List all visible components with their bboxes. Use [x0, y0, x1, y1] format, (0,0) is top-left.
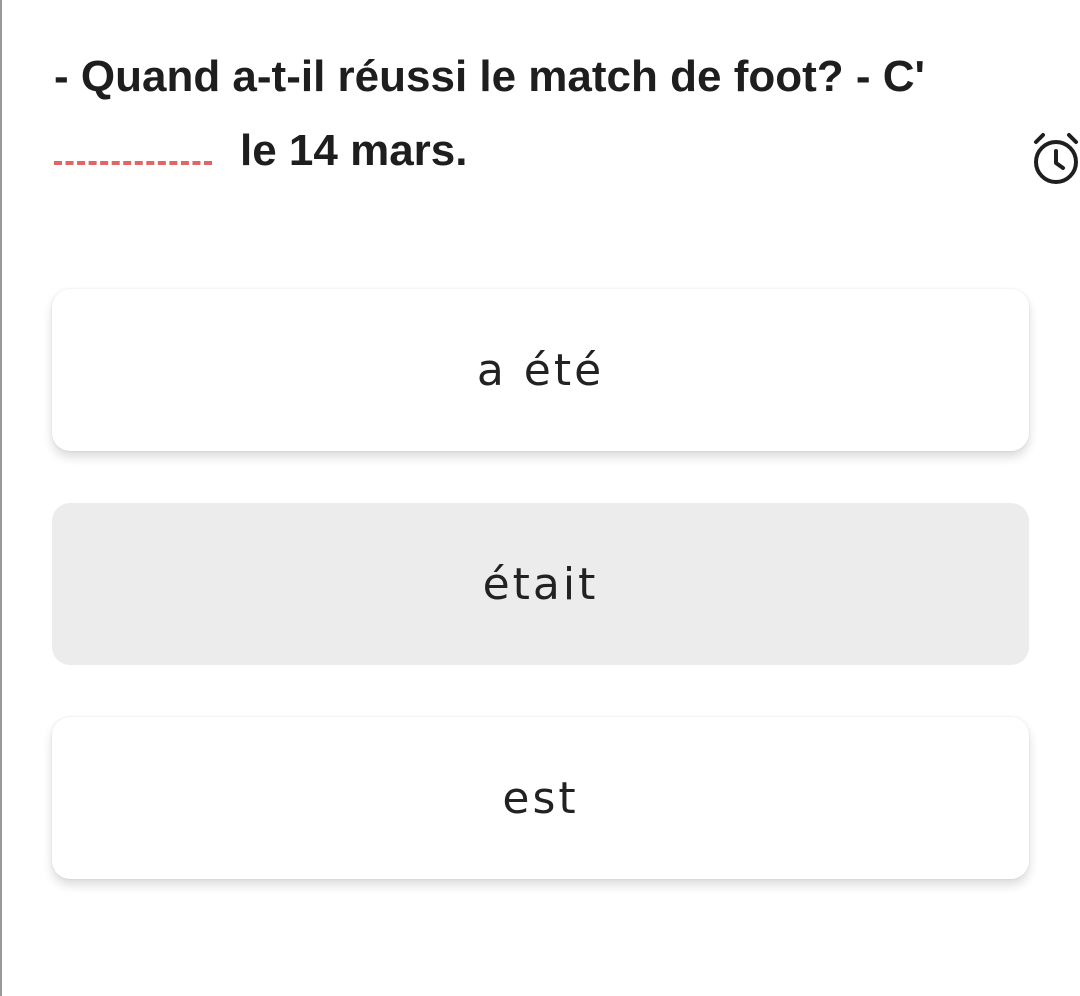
option-est[interactable]: est	[52, 717, 1029, 879]
answer-blank	[54, 121, 212, 165]
question-text: - Quand a-t-il réussi le match de foot? …	[54, 40, 1014, 188]
option-label: est	[502, 772, 579, 824]
question-line-2-text: le 14 mars.	[240, 126, 468, 175]
option-label: était	[482, 558, 599, 610]
option-label: a été	[476, 344, 605, 396]
alarm-clock-icon	[1034, 133, 1078, 184]
question-line-1: - Quand a-t-il réussi le match de foot? …	[54, 52, 925, 101]
left-border	[0, 0, 2, 996]
option-etait[interactable]: était	[52, 503, 1029, 665]
option-a-ete[interactable]: a été	[52, 289, 1029, 451]
question-line-2: le 14 mars.	[54, 114, 1014, 188]
